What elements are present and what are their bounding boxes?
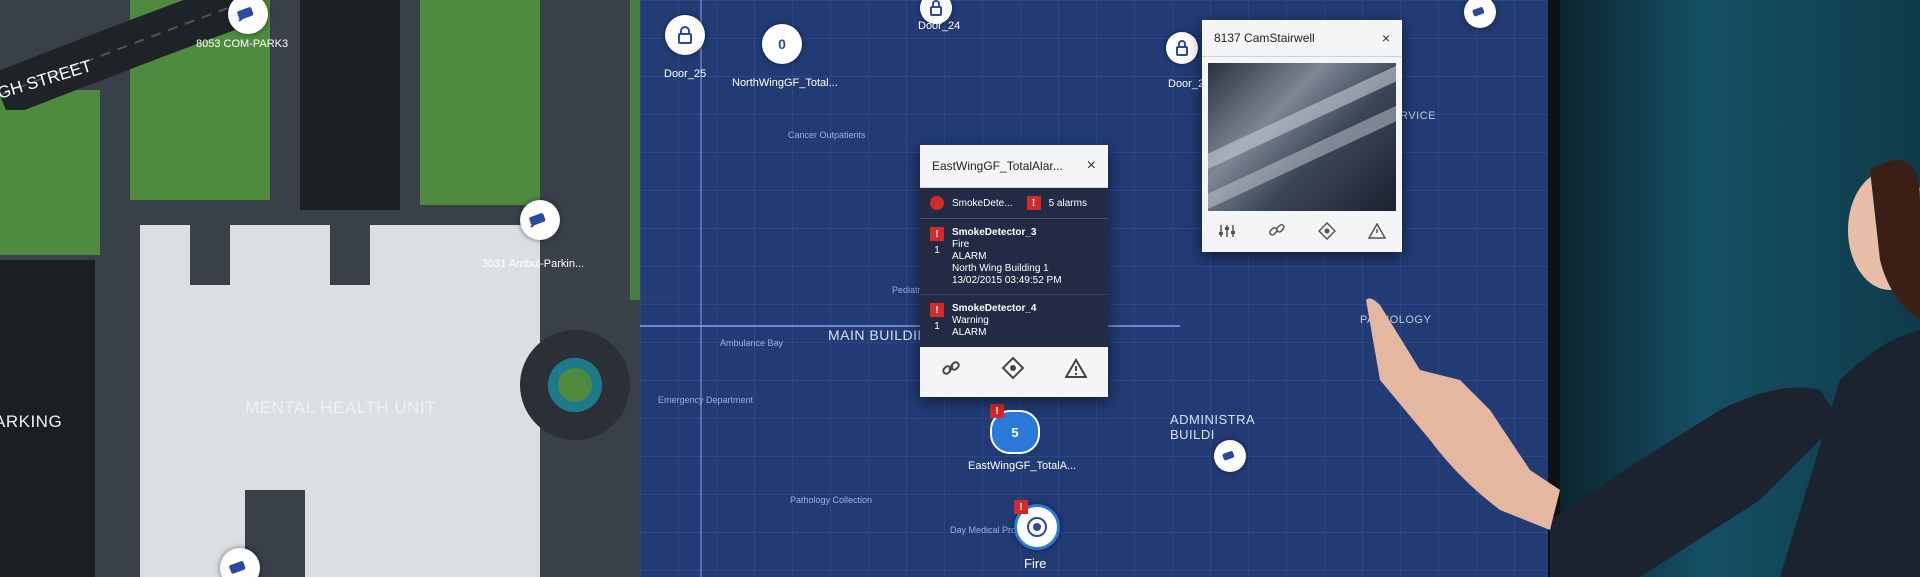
alarm-popup-title: EastWingGF_TotalAlar... <box>932 159 1063 173</box>
navigate-icon[interactable] <box>1001 357 1024 379</box>
alarm-time: 13/02/2015 03:49:52 PM <box>952 275 1062 286</box>
alarm-badge-icon: ! <box>930 303 944 317</box>
alarm-priority: 1 <box>934 245 940 256</box>
link-icon[interactable] <box>941 358 961 378</box>
photo-stage: GH STREET MENTAL HEALTH UNIT ARKING 8053… <box>0 0 1920 577</box>
building-notch <box>330 225 370 285</box>
door-pin-label: Door_24 <box>918 20 961 32</box>
camera-icon <box>1472 7 1485 17</box>
alarm-state: ALARM <box>952 327 987 338</box>
close-icon[interactable]: × <box>1382 30 1390 46</box>
grass-area <box>0 90 100 255</box>
roundabout-center <box>548 358 602 412</box>
camera-icon <box>529 213 546 228</box>
street-road <box>0 0 258 110</box>
door-lock-pin[interactable] <box>1166 32 1198 64</box>
door-lock-pin[interactable] <box>665 15 705 55</box>
alarm-badge-icon: ! <box>1026 196 1041 210</box>
alarm-badge-icon: ! <box>930 227 944 241</box>
camera-icon <box>237 7 254 22</box>
zone-count-label: NorthWingGF_Total... <box>732 77 838 89</box>
smoke-detector-icon <box>1027 517 1047 537</box>
fire-marker-label: Fire <box>1024 556 1047 571</box>
alarm-location: North Wing Building 1 <box>952 263 1049 274</box>
grass-area <box>420 0 540 205</box>
parking-label: ARKING <box>0 412 63 431</box>
alarm-type: Warning <box>952 315 989 326</box>
smoke-detector-icon <box>930 196 944 210</box>
zone-count-value: 0 <box>778 36 786 52</box>
door-pin-label: Door_25 <box>664 68 707 80</box>
main-building-label: MAIN BUILDIN <box>828 327 929 343</box>
alarm-group-label: SmokeDete... <box>952 197 1013 209</box>
alarm-state: ALARM <box>952 251 987 262</box>
alarm-badge-icon: ! <box>990 404 1004 418</box>
alarm-name: SmokeDetector_4 <box>952 303 1037 314</box>
alarm-name: SmokeDetector_3 <box>952 227 1037 238</box>
camera-pin-label: 3031 Ambul-Parkin... <box>482 258 585 270</box>
alarm-cluster-label: EastWingGF_TotalA... <box>968 460 1077 472</box>
alarm-priority: 1 <box>934 321 940 332</box>
zone-count-pin[interactable]: 0 <box>762 24 802 64</box>
camera-popup-title: 8137 CamStairwell <box>1214 31 1315 45</box>
room-label: Ambulance Bay <box>720 338 784 348</box>
lock-icon <box>1176 40 1188 56</box>
alarm-type: Fire <box>952 239 970 250</box>
lock-icon <box>678 26 692 44</box>
building-notch <box>190 225 230 285</box>
room-label: Cancer Outpatients <box>788 130 866 140</box>
alarm-cluster-count: 5 <box>1011 424 1019 440</box>
camera-icon <box>229 561 246 574</box>
alarm-badge-icon: ! <box>1014 500 1028 514</box>
lock-icon <box>930 0 942 16</box>
parking-lot <box>300 0 400 210</box>
corridor-line <box>700 0 702 577</box>
person-pointing <box>1366 160 1920 577</box>
room-label: Pathology Collection <box>790 495 873 505</box>
mental-health-label: MENTAL HEALTH UNIT <box>245 398 436 417</box>
room-label: Emergency Department <box>658 395 754 405</box>
camera-pin[interactable] <box>520 200 560 240</box>
camera-pin-label: 8053 COM-PARK3 <box>196 38 289 50</box>
